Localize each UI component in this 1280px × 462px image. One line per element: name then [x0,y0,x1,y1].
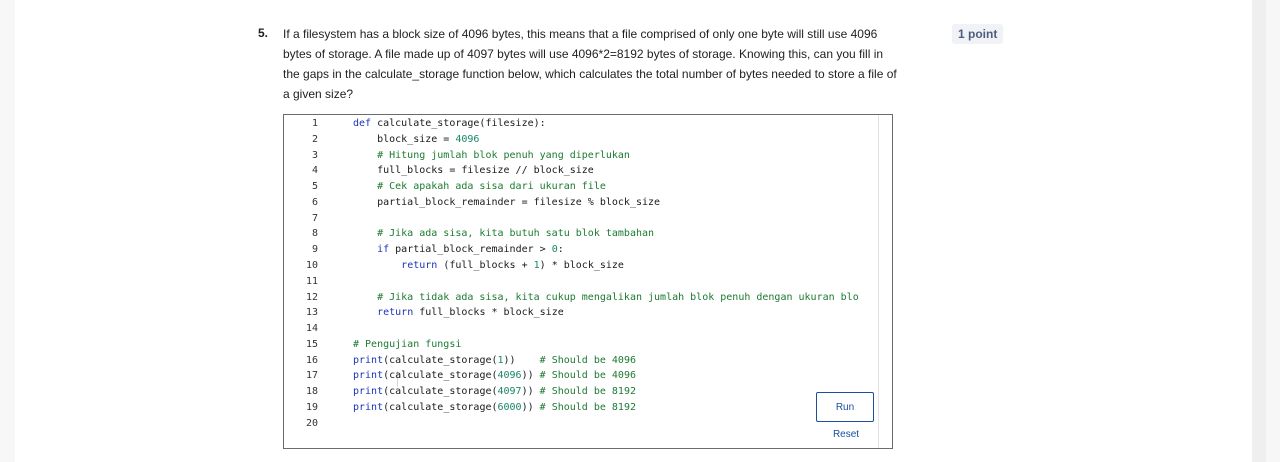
line-number: 3 [311,149,318,161]
code-token: def [353,118,372,129]
line-number: 5 [311,181,318,193]
line-number: 11 [305,275,318,287]
line-number: 13 [305,307,318,319]
code-token: (calculate_storage( [383,402,498,414]
code-token: if [377,244,390,256]
code-token: 4096 [497,370,522,382]
line-number: 17 [305,370,318,382]
line-number: 16 [305,354,318,366]
line-number: 9 [311,244,318,256]
line-number: 19 [305,402,318,414]
code-token: print [353,370,384,382]
code-token: # Pengujian fungsi [353,338,462,350]
code-token: # Jika ada sisa, kita butuh satu blok ta… [353,228,655,240]
code-line[interactable]: partial_block_remainder = filesize % blo… [353,195,660,211]
question-text: If a filesystem has a block size of 4096… [283,27,897,101]
code-line[interactable]: print(calculate_storage(6000)) # Should … [353,400,636,416]
code-line[interactable]: if partial_block_remainder > 0: [353,242,564,258]
line-number: 1 [311,118,318,129]
code-line[interactable]: # Pengujian fungsi [353,337,461,353]
line-number: 7 [311,212,318,224]
line-number: 4 [311,165,318,177]
code-token: (calculate_storage( [383,386,498,398]
page-edge [1252,0,1266,462]
code-token: return [401,260,438,272]
code-editor[interactable]: 1 2 3 4 5 6 7 8 9 10 11 12 13 14 15 16 17 18 19 20 def calc… [283,114,893,449]
code-line[interactable]: print(calculate_storage(4097)) # Should … [353,384,636,400]
reset-link[interactable]: Reset [826,429,866,440]
code-token: # Should be 8192 [539,386,636,398]
code-token: (calculate_storage( [383,370,498,382]
code-token: calculate_storage(filesize): [371,118,546,129]
code-token: # Should be 4096 [539,354,636,366]
code-token: )) [521,370,540,382]
code-token: # Should be 4096 [539,370,636,382]
code-token: )) [521,386,540,398]
line-number: 15 [305,338,318,350]
code-line[interactable]: return (full_blocks + 1) * block_size [353,258,624,274]
code-token: ) * block_size [539,260,624,272]
line-number: 20 [305,417,318,429]
code-token: partial_block_remainder = filesize % blo… [353,196,661,208]
code-line[interactable]: full_blocks = filesize // block_size [353,163,594,179]
code-token: return [377,307,414,319]
code-token: print [353,386,384,398]
code-token: block_size = [353,133,456,145]
line-number: 8 [311,228,318,240]
code-line[interactable]: # Hitung jumlah blok penuh yang diperluk… [353,148,630,164]
code-token: (calculate_storage( [383,354,498,366]
code-token: )) [521,402,540,414]
code-token: 4096 [455,133,480,145]
code-token: # Hitung jumlah blok penuh yang diperluk… [353,149,630,161]
code-token: )) [503,354,540,366]
line-number: 6 [311,196,318,208]
code-line[interactable]: # Jika ada sisa, kita butuh satu blok ta… [353,226,654,242]
line-number: 14 [305,323,318,335]
code-token: full_blocks = filesize // block_size [353,165,594,177]
code-line[interactable]: print(calculate_storage(4096)) # Should … [353,368,636,384]
line-number-gutter: 1 2 3 4 5 6 7 8 9 10 11 12 13 14 15 16 17 18 19 20 [284,115,334,448]
points-badge: 1 point [952,24,1004,44]
code-token: partial_block_remainder > [389,244,552,256]
line-number: 12 [305,291,318,303]
run-button[interactable]: Run [816,392,874,422]
line-number: 10 [305,260,318,272]
editor-scroll-edge [878,115,879,448]
code-token: (full_blocks + [437,260,534,272]
code-token: 4097 [497,386,522,398]
code-input-area[interactable]: def calculate_storage(filesize): block_s… [353,115,892,448]
question-number: 5. [258,26,269,40]
code-token: print [353,402,384,414]
code-token: 6000 [497,402,522,414]
code-token: # Should be 8192 [539,402,636,414]
code-line[interactable]: return full_blocks * block_size [353,305,564,321]
code-line[interactable]: # Jika tidak ada sisa, kita cukup mengal… [353,290,859,306]
code-line[interactable]: print(calculate_storage(1)) # Should be … [353,353,636,369]
code-token: print [353,354,384,366]
code-token: : [557,244,564,256]
line-number: 2 [311,133,318,145]
code-token: # Jika tidak ada sisa, kita cukup mengal… [353,291,859,303]
code-token: # Cek apakah ada sisa dari ukuran file [353,181,606,193]
code-line[interactable]: def calculate_storage(filesize): [353,116,546,132]
code-line[interactable]: # Cek apakah ada sisa dari ukuran file [353,179,606,195]
code-line[interactable]: block_size = 4096 [353,132,479,148]
line-number: 18 [305,386,318,398]
code-token: full_blocks * block_size [413,307,564,319]
